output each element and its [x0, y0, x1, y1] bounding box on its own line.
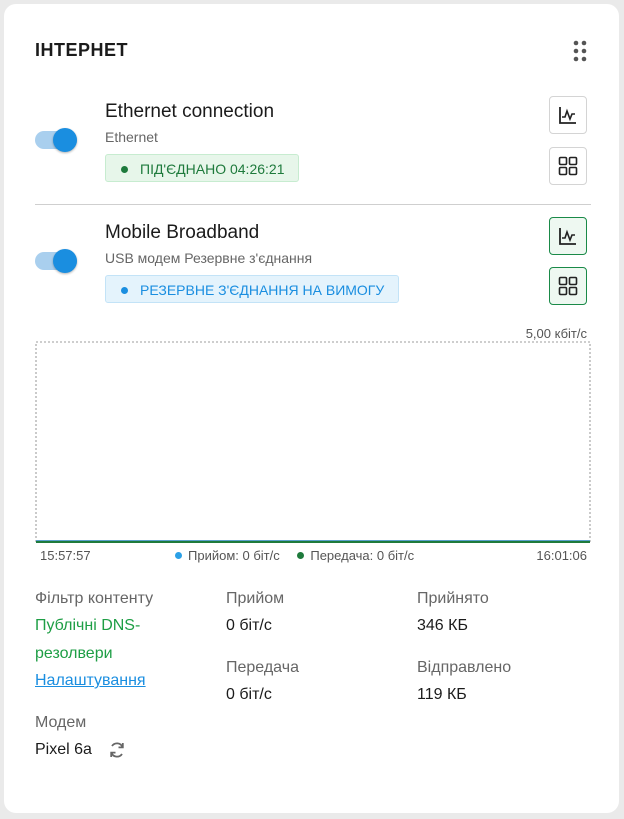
connection-subtitle: Ethernet: [105, 129, 158, 145]
traffic-chart: 5,00 кбіт/с 15:57:57 Прийом: 0 біт/с Пер…: [35, 322, 591, 574]
chart-legend: Прийом: 0 біт/с Передача: 0 біт/с: [175, 548, 428, 563]
mobile-apps-button[interactable]: [549, 267, 587, 305]
mobile-chart-button[interactable]: [549, 217, 587, 255]
received-value: 346 КБ: [417, 617, 468, 634]
ethernet-toggle[interactable]: [35, 128, 81, 152]
toggle-knob: [53, 249, 77, 273]
status-badge: ПІД'ЄДНАНО 04:26:21: [105, 154, 300, 182]
tx-value: 0 біт/с: [226, 686, 272, 703]
legend-label: Прийом: 0 біт/с: [188, 548, 280, 563]
status-dot: [121, 166, 128, 173]
modem-value: Pixel 6a: [35, 741, 92, 758]
status-text: РЕЗЕРВНЕ З'ЄДНАННЯ НА ВИМОГУ: [140, 282, 385, 298]
filter-label: Фільтр контенту: [35, 590, 154, 607]
legend-item-tx: Передача: 0 біт/с: [297, 548, 414, 563]
rx-value: 0 біт/с: [226, 617, 272, 634]
status-dot: [121, 287, 128, 294]
tx-label: Передача: [226, 659, 299, 676]
legend-dot: [297, 552, 305, 559]
rx-label: Прийом: [226, 590, 285, 607]
grid-icon: [558, 276, 578, 296]
chart-frame: [35, 341, 591, 543]
refresh-icon[interactable]: [107, 740, 127, 760]
ethernet-apps-button[interactable]: [549, 147, 587, 185]
settings-link[interactable]: Налаштування: [35, 672, 146, 690]
ethernet-chart-button[interactable]: [549, 96, 587, 134]
kebab-grid-icon[interactable]: [573, 40, 587, 62]
sent-label: Відправлено: [417, 659, 512, 676]
mobile-toggle[interactable]: [35, 249, 81, 273]
connection-name: Ethernet connection: [105, 101, 275, 122]
x-tick-end: 16:01:06: [536, 548, 587, 563]
divider: [35, 204, 591, 205]
sent-value: 119 КБ: [417, 686, 467, 703]
chart-icon: [559, 107, 576, 124]
modem-label: Модем: [35, 714, 87, 731]
connection-name: Mobile Broadband: [105, 222, 260, 243]
filter-value-cont: резолвери: [35, 645, 113, 662]
received-label: Прийнято: [417, 590, 489, 607]
status-badge: РЕЗЕРВНЕ З'ЄДНАННЯ НА ВИМОГУ: [105, 275, 400, 303]
internet-card: ІНТЕРНЕТ Ethernet connection Ethernet ПІ…: [4, 4, 619, 813]
legend-label: Передача: 0 біт/с: [310, 548, 415, 563]
legend-item-rx: Прийом: 0 біт/с: [175, 548, 280, 563]
toggle-knob: [53, 128, 77, 152]
connection-subtitle: USB модем Резервне з'єднання: [105, 250, 313, 266]
legend-dot: [175, 552, 182, 559]
chart-plot: [35, 341, 591, 543]
filter-value: Публічні DNS-: [35, 617, 141, 634]
status-text: ПІД'ЄДНАНО 04:26:21: [140, 161, 285, 177]
chart-icon: [559, 228, 576, 245]
x-tick-start: 15:57:57: [40, 548, 91, 563]
card-title: ІНТЕРНЕТ: [35, 40, 129, 60]
grid-icon: [558, 156, 578, 176]
